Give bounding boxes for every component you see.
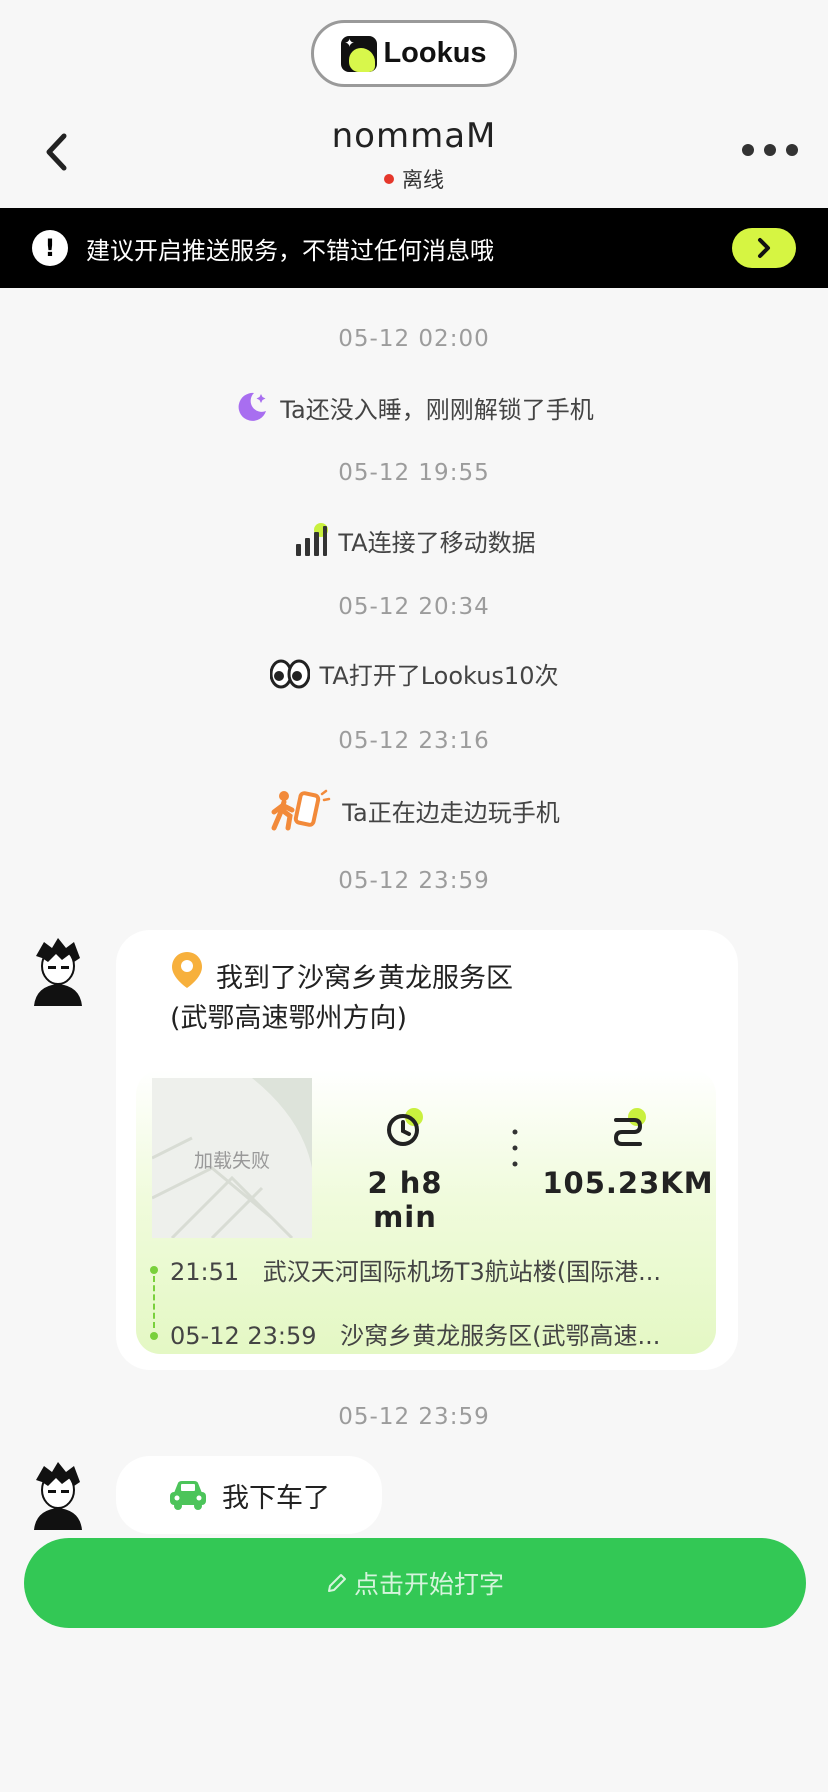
system-message: TA连接了移动数据 [0,522,828,558]
route-end-time: 05-12 23:59 [170,1322,317,1350]
clock-icon [387,1108,423,1146]
signal-icon [296,523,329,556]
walking-phone-icon [271,789,331,831]
system-message: Ta正在边走边玩手机 [0,788,828,832]
location-title: 我到了沙窝乡黄龙服务区 [216,963,513,994]
online-status: 离线 [0,164,828,194]
route-start-dot [150,1266,158,1274]
route-start-place: 武汉天河国际机场T3航站楼(国际港... [262,1258,661,1286]
separator-dots-icon [512,1129,518,1167]
banner-text: 建议开启推送服务，不错过任何消息哦 [86,236,494,265]
location-subtitle: (武鄂高速鄂州方向) [170,1003,408,1034]
eyes-icon [269,659,310,688]
status-text: 离线 [402,168,444,192]
dot-icon [786,144,798,156]
message-timestamp: 05-12 23:59 [338,868,490,894]
route-connector [153,1276,155,1328]
avatar-icon [34,938,82,1006]
banner-go-button[interactable] [732,228,796,268]
duration-stat: 2 h8 min [340,1106,470,1234]
route-start-time: 21:51 [170,1258,240,1286]
route-start: 21:51 武汉天河国际机场T3航站楼(国际港... [170,1252,661,1287]
message-timestamp: 05-12 19:55 [338,460,490,486]
route-icon [613,1108,646,1146]
location-pin-icon [172,952,202,988]
avatar-icon [34,1462,82,1530]
lookus-logo-icon: ✦ [341,35,378,72]
chevron-right-icon [758,238,770,258]
car-message-bubble[interactable]: 我下车了 [116,1456,382,1534]
route-end-dot [150,1332,158,1340]
car-icon [170,1481,206,1510]
message-input-button[interactable]: 点击开始打字 [24,1538,806,1628]
car-message-text: 我下车了 [222,1482,330,1514]
message-timestamp: 05-12 02:00 [338,326,490,352]
system-message-text: Ta正在边走边玩手机 [342,798,560,827]
brand-name: Lookus [383,37,487,69]
system-message: Ta还没入睡，刚刚解锁了手机 [0,389,828,425]
pencil-icon [327,1574,346,1592]
system-message-text: Ta还没入睡，刚刚解锁了手机 [280,395,594,424]
contact-name: nommaM [331,116,497,156]
status-dot [384,174,394,184]
dot-icon [764,144,776,156]
distance-stat: 105.23KM [538,1106,718,1200]
location-card[interactable]: 我到了沙窝乡黄龙服务区 (武鄂高速鄂州方向) 加载失败 2 h8 min 105… [116,930,738,1370]
message-timestamp: 05-12 23:59 [338,1404,490,1430]
duration-value: 2 h8 min [367,1166,443,1234]
brand-pill: ✦ Lookus [311,20,517,87]
avatar[interactable] [26,1460,90,1532]
moon-icon [238,392,267,421]
system-message: TA打开了Lookus10次 [0,656,828,691]
system-message-text: TA打开了Lookus10次 [319,662,559,690]
route-end: 05-12 23:59 沙窝乡黄龙服务区(武鄂高速... [170,1316,660,1351]
chat-header: nommaM 离线 [0,100,828,208]
input-placeholder: 点击开始打字 [353,1570,504,1599]
map-load-failed-text: 加载失败 [193,1150,270,1172]
message-timestamp: 05-12 20:34 [338,594,490,620]
avatar[interactable] [26,936,90,1008]
alert-icon: ! [32,230,68,266]
push-notification-banner[interactable]: ! 建议开启推送服务，不错过任何消息哦 [0,208,828,288]
message-timestamp: 05-12 23:16 [338,728,490,754]
more-options-button[interactable] [742,138,798,162]
dot-icon [742,144,754,156]
system-message-text: TA连接了移动数据 [338,528,536,557]
distance-value: 105.23KM [542,1166,714,1200]
route-end-place: 沙窝乡黄龙服务区(武鄂高速... [340,1322,661,1350]
map-thumbnail[interactable]: 加载失败 [152,1078,312,1238]
